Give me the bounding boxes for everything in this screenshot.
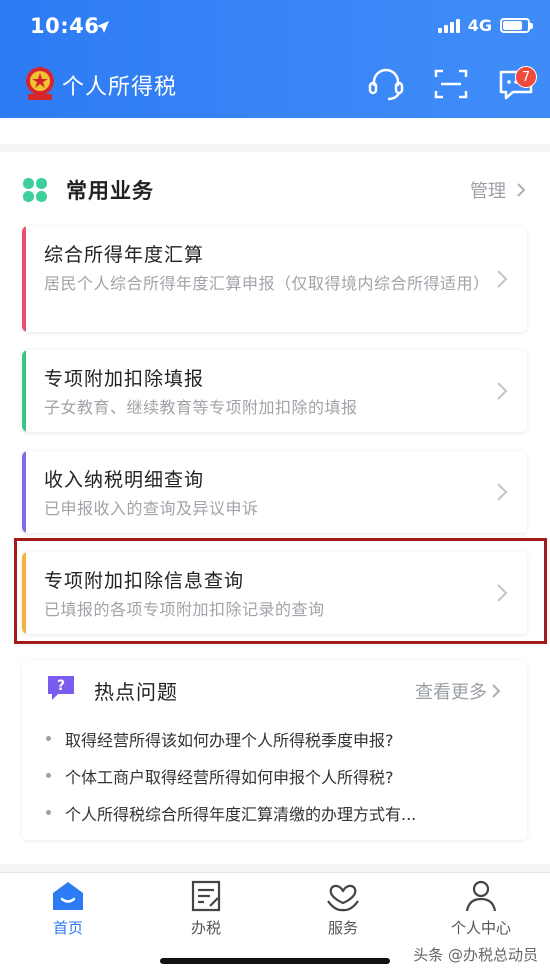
- service-title: 专项附加扣除信息查询: [44, 570, 245, 592]
- hot-question-item[interactable]: 个体工商户取得经营所得如何申报个人所得税?: [46, 757, 516, 794]
- service-card-deduction-query[interactable]: 专项附加扣除信息查询 已填报的各项专项附加扣除记录的查询: [22, 552, 527, 634]
- service-desc: 已申报收入的查询及异议申诉: [44, 499, 259, 518]
- bullet: [46, 736, 51, 741]
- chevron-right-icon: [497, 483, 508, 501]
- apps-grid-icon: [23, 178, 47, 202]
- signal-icon: [437, 18, 460, 33]
- app-header: 10:46 4G 个人所得税: [0, 0, 550, 118]
- status-bar: 10:46 4G: [0, 0, 550, 54]
- national-emblem-icon: [26, 67, 54, 100]
- message-badge: 7: [515, 66, 537, 88]
- heart-hands-icon: [327, 884, 359, 912]
- app-title: 个人所得税: [62, 75, 178, 100]
- hot-questions-card: ? 热点问题 查看更多 取得经营所得该如何办理个人所得税季度申报? 个体工商户取…: [22, 660, 527, 840]
- tab-tax[interactable]: 办税: [151, 879, 261, 939]
- section-title: 常用业务: [66, 179, 154, 203]
- service-desc: 已填报的各项专项附加扣除记录的查询: [44, 600, 325, 619]
- hot-question-item[interactable]: 个人所得税综合所得年度汇算清缴的办理方式有...: [46, 794, 516, 831]
- tab-label: 个人中心: [450, 919, 511, 937]
- service-card-annual-settlement[interactable]: 综合所得年度汇算 居民个人综合所得年度汇算申报（仅取得境内综合所得适用）: [22, 226, 527, 332]
- card-accent-bar: [22, 226, 26, 332]
- svg-text:?: ?: [57, 678, 65, 694]
- see-more-link[interactable]: 查看更多: [415, 678, 501, 704]
- service-card-income-query[interactable]: 收入纳税明细查询 已申报收入的查询及异议申诉: [22, 451, 527, 533]
- card-accent-bar: [22, 451, 26, 533]
- manage-button[interactable]: 管理: [470, 177, 526, 203]
- service-title: 综合所得年度汇算: [44, 244, 205, 266]
- tab-home[interactable]: 首页: [13, 879, 123, 939]
- service-card-deduction-filing[interactable]: 专项附加扣除填报 子女教育、继续教育等专项附加扣除的填报: [22, 350, 527, 432]
- see-more-label: 查看更多: [415, 682, 487, 703]
- scan-icon[interactable]: [431, 66, 471, 102]
- app-bar: 个人所得税: [0, 60, 550, 110]
- chevron-right-icon: [497, 584, 508, 602]
- customer-service-icon[interactable]: [366, 66, 406, 102]
- hot-question-text: 取得经营所得该如何办理个人所得税季度申报?: [65, 730, 394, 750]
- watermark: 头条 @办税总动员: [413, 946, 538, 964]
- hot-question-text: 个体工商户取得经营所得如何申报个人所得税?: [65, 767, 394, 787]
- service-title: 收入纳税明细查询: [44, 469, 205, 491]
- bullet: [46, 773, 51, 778]
- top-strip: [0, 118, 550, 144]
- chevron-right-icon: [492, 684, 501, 698]
- question-bubble-icon: ?: [48, 676, 74, 700]
- network-type: 4G: [467, 16, 492, 35]
- tab-label: 服务: [327, 919, 358, 937]
- document-edit-icon: [191, 880, 221, 912]
- chevron-right-icon: [497, 270, 508, 288]
- tab-service[interactable]: 服务: [288, 879, 398, 939]
- tab-label: 首页: [52, 919, 83, 937]
- service-desc: 居民个人综合所得年度汇算申报（仅取得境内综合所得适用）: [44, 274, 490, 293]
- card-accent-bar: [22, 552, 26, 634]
- status-time: 10:46: [30, 14, 100, 38]
- hot-questions-title: 热点问题: [94, 680, 178, 704]
- card-accent-bar: [22, 350, 26, 432]
- manage-label: 管理: [470, 181, 506, 202]
- hot-question-text: 个人所得税综合所得年度汇算清缴的办理方式有...: [65, 804, 417, 824]
- chevron-right-icon: [517, 183, 526, 197]
- status-indicators: 4G: [437, 16, 533, 35]
- section-header: 常用业务 管理: [0, 172, 550, 206]
- hot-question-item[interactable]: 取得经营所得该如何办理个人所得税季度申报?: [46, 720, 516, 757]
- hot-questions-list: 取得经营所得该如何办理个人所得税季度申报? 个体工商户取得经营所得如何申报个人所…: [46, 720, 516, 831]
- tab-label: 办税: [190, 919, 221, 937]
- home-indicator[interactable]: [160, 958, 390, 964]
- home-icon: [53, 882, 83, 910]
- service-title: 专项附加扣除填报: [44, 368, 205, 390]
- service-desc: 子女教育、继续教育等专项附加扣除的填报: [44, 398, 358, 417]
- tab-profile[interactable]: 个人中心: [426, 879, 536, 939]
- bullet: [46, 810, 51, 815]
- location-arrow-icon: [97, 21, 109, 33]
- battery-icon: [500, 18, 533, 33]
- chevron-right-icon: [497, 382, 508, 400]
- user-icon: [465, 880, 497, 912]
